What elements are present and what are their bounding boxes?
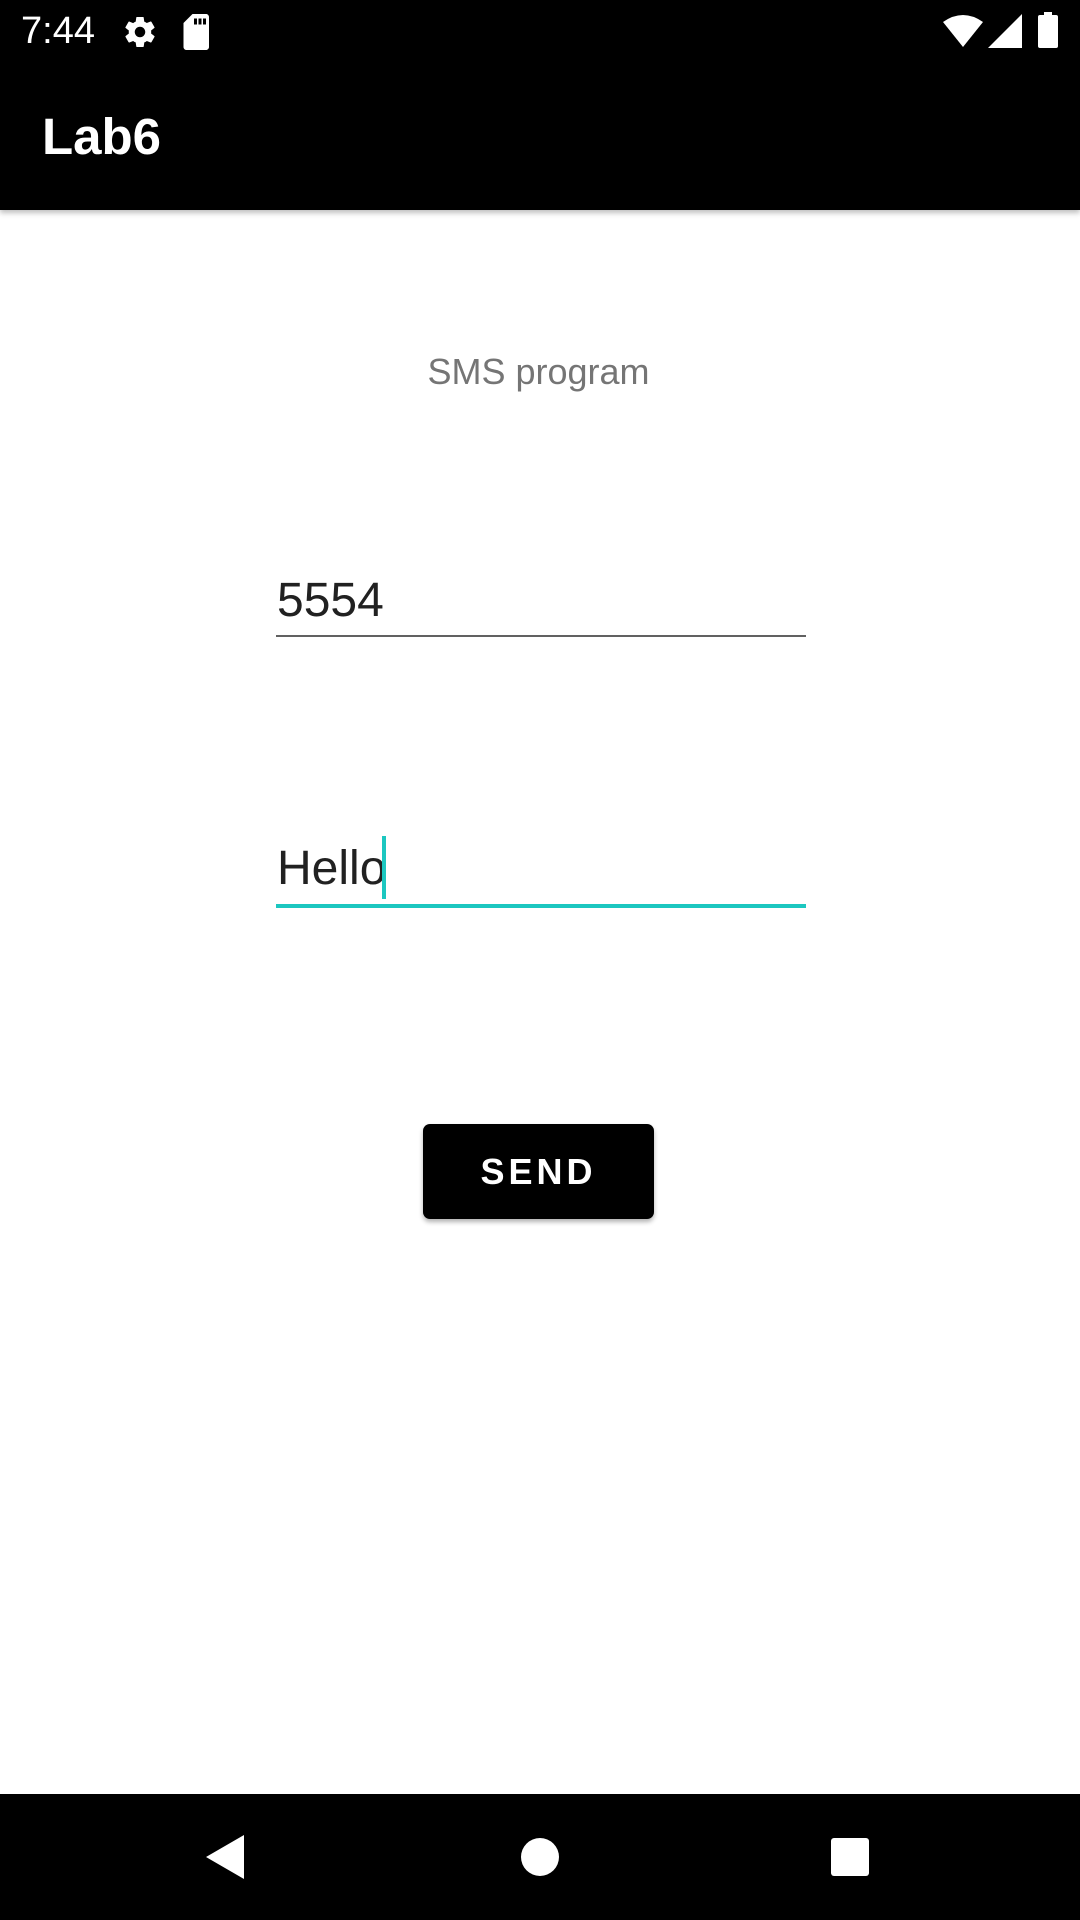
signal-icon xyxy=(988,14,1022,53)
message-input[interactable] xyxy=(276,836,807,902)
phone-number-underline xyxy=(276,635,806,637)
navigation-bar xyxy=(0,1794,1080,1920)
status-bar: 7:44 xyxy=(0,0,1080,63)
status-time: 7:44 xyxy=(21,10,95,52)
recents-icon[interactable] xyxy=(814,1821,886,1893)
sd-card-icon xyxy=(182,14,212,55)
app-bar: Lab6 xyxy=(0,63,1080,210)
phone-number-input[interactable] xyxy=(276,568,807,634)
back-icon[interactable] xyxy=(196,1821,268,1893)
message-underline xyxy=(276,904,806,908)
gear-icon xyxy=(122,14,158,55)
message-field[interactable] xyxy=(276,836,807,908)
screen: 7:44 Lab6 SMS program 5554 Hello SEND xyxy=(0,0,1080,1920)
wifi-icon xyxy=(943,14,983,53)
battery-icon xyxy=(1038,12,1058,53)
sms-program-label: SMS program xyxy=(427,351,650,392)
send-button[interactable]: SEND xyxy=(423,1124,654,1219)
text-cursor xyxy=(382,836,386,899)
app-title: Lab6 xyxy=(42,108,162,165)
phone-number-field[interactable] xyxy=(276,568,807,638)
home-icon[interactable] xyxy=(504,1821,576,1893)
